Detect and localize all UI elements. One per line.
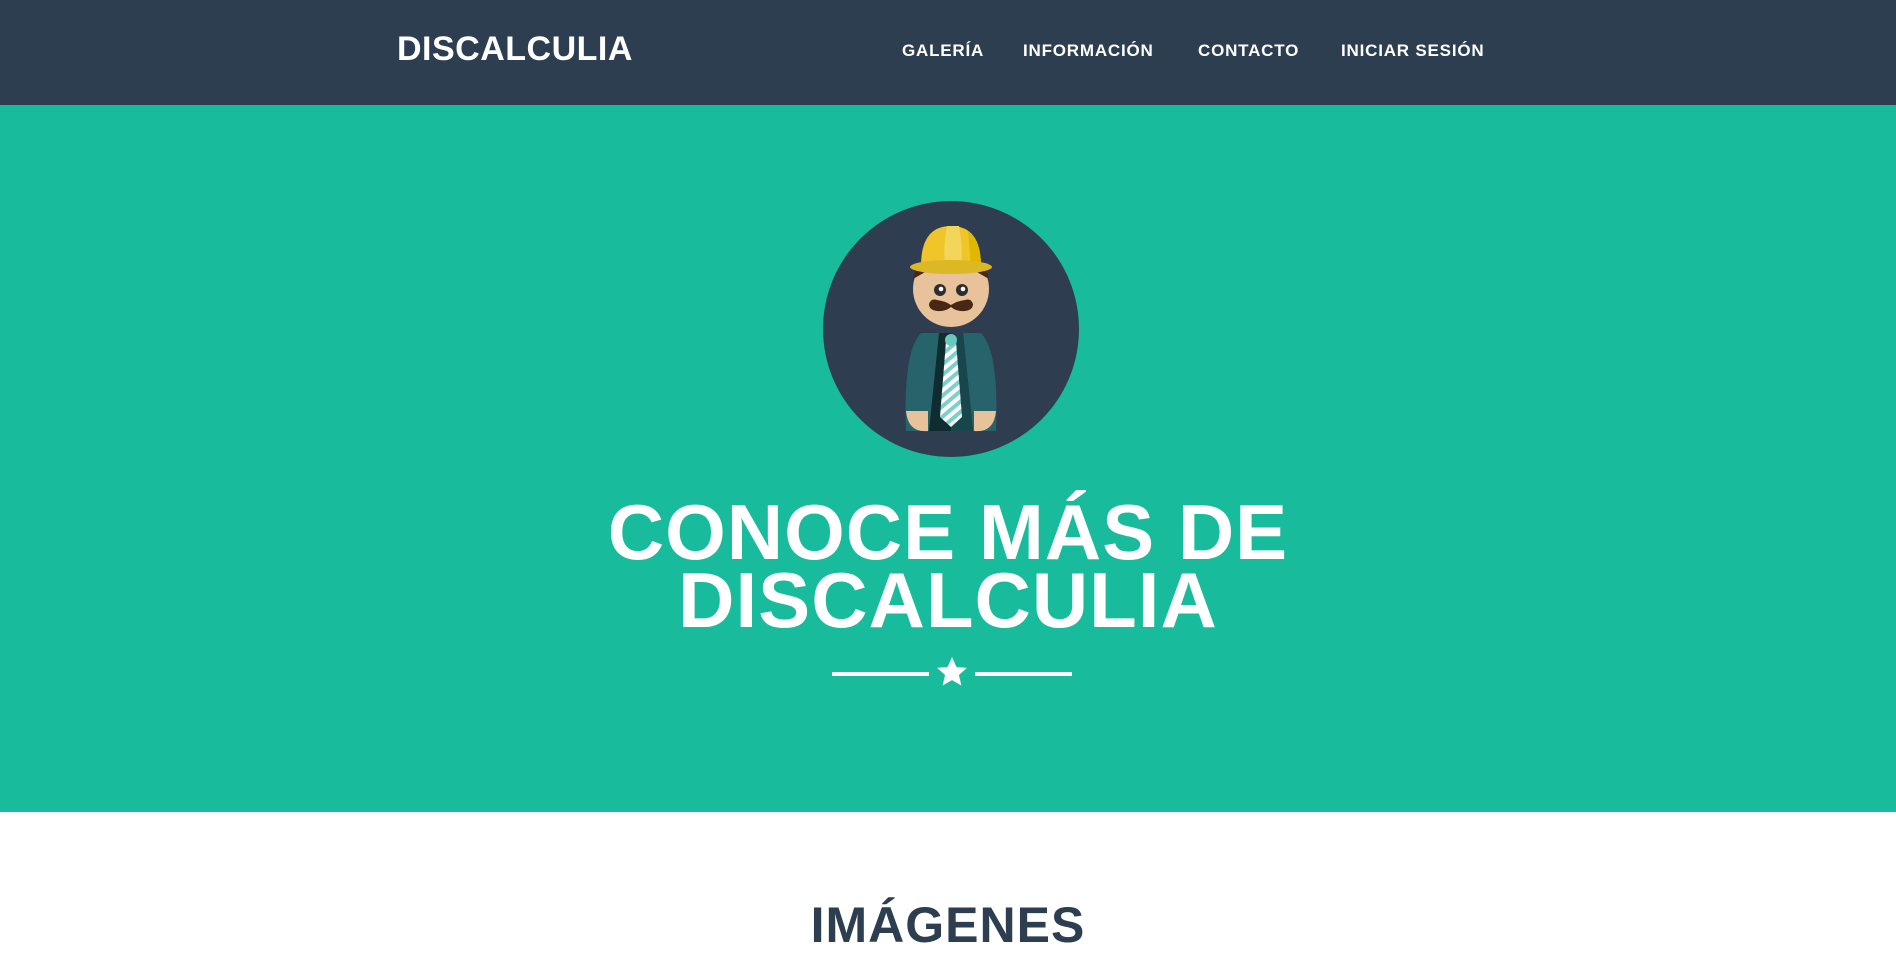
nav-item-iniciar-sesion[interactable]: INICIAR SESIÓN [1341, 41, 1484, 61]
divider-line-right [975, 672, 1072, 676]
hero-title: CONOCE MÁS DE DISCALCULIA [0, 493, 1896, 644]
star-divider [832, 657, 1072, 689]
section-title-imagenes: IMÁGENES [810, 897, 1086, 953]
nav-item-galeria[interactable]: GALERÍA [902, 41, 984, 61]
nav-item-contacto[interactable]: CONTACTO [1198, 41, 1299, 61]
brand-logo-link[interactable]: DISCALCULIA [397, 30, 633, 69]
avatar-image [823, 201, 1079, 457]
navbar: DISCALCULIA GALERÍA INFORMACIÓN CONTACTO… [0, 0, 1896, 105]
nav-item-informacion[interactable]: INFORMACIÓN [1023, 41, 1154, 61]
star-icon [937, 657, 967, 686]
divider-line-left [832, 672, 929, 676]
hero-section: CONOCE MÁS DE DISCALCULIA [0, 105, 1896, 812]
hero-title-line2: DISCALCULIA [678, 556, 1218, 644]
